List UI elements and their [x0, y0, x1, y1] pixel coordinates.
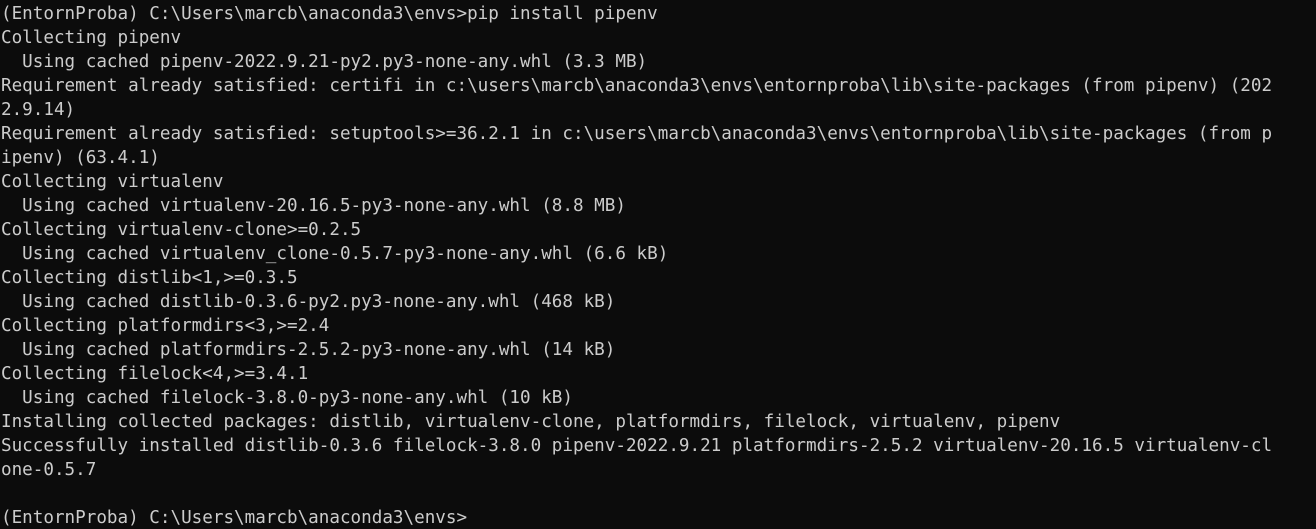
output-line: Collecting virtualenv	[1, 172, 224, 192]
output-line: Using cached platformdirs-2.5.2-py3-none…	[1, 340, 616, 360]
output-line: Using cached virtualenv-20.16.5-py3-none…	[1, 196, 626, 216]
output-line: Using cached pipenv-2022.9.21-py2.py3-no…	[1, 52, 648, 72]
output-line: Using cached distlib-0.3.6-py2.py3-none-…	[1, 292, 616, 312]
output-line: Using cached filelock-3.8.0-py3-none-any…	[1, 388, 573, 408]
terminal-window[interactable]: (EntornProba) C:\Users\marcb\anaconda3\e…	[0, 0, 1316, 529]
command-line: (EntornProba) C:\Users\marcb\anaconda3\e…	[1, 4, 658, 24]
output-line: Collecting platformdirs<3,>=2.4	[1, 316, 330, 336]
output-line: one-0.5.7	[1, 460, 97, 480]
output-line: Collecting distlib<1,>=0.3.5	[1, 268, 298, 288]
output-line: Collecting filelock<4,>=3.4.1	[1, 364, 309, 384]
output-line: ipenv) (63.4.1)	[1, 148, 160, 168]
output-line: Installing collected packages: distlib, …	[1, 412, 1061, 432]
output-line: Collecting virtualenv-clone>=0.2.5	[1, 220, 362, 240]
output-line: Collecting pipenv	[1, 28, 182, 48]
output-line: 2.9.14)	[1, 100, 76, 120]
prompt-line[interactable]: (EntornProba) C:\Users\marcb\anaconda3\e…	[0, 506, 1316, 529]
output-line: Requirement already satisfied: certifi i…	[1, 76, 1273, 96]
output-line: Requirement already satisfied: setuptool…	[1, 124, 1273, 144]
output-line: Successfully installed distlib-0.3.6 fil…	[1, 436, 1273, 456]
output-line: Using cached virtualenv_clone-0.5.7-py3-…	[1, 244, 669, 264]
